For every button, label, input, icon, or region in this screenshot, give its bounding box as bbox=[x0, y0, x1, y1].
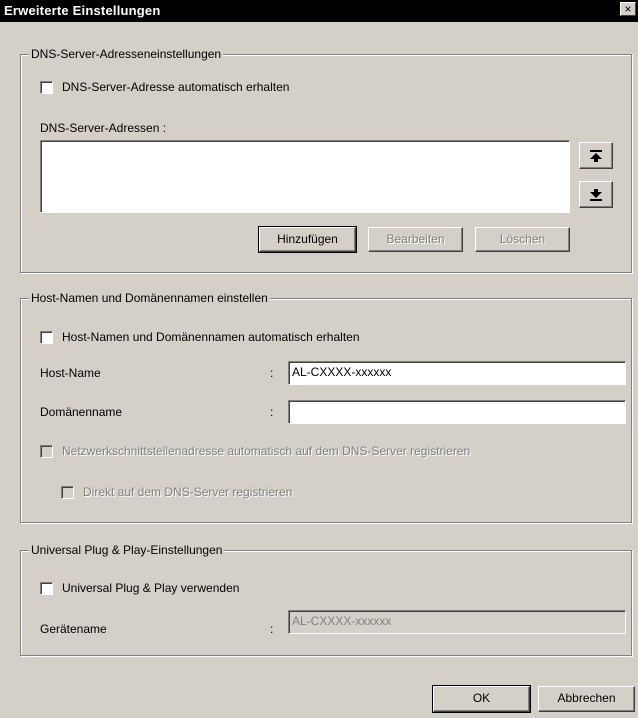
device-name-label: Gerätename bbox=[40, 622, 107, 636]
dns-list-label: DNS-Server-Adressen : bbox=[40, 121, 167, 135]
ok-button[interactable]: OK bbox=[432, 685, 531, 713]
window-title: Erweiterte Einstellungen bbox=[4, 3, 161, 18]
device-name-input[interactable]: AL-CXXXX-xxxxxx bbox=[288, 610, 626, 634]
cancel-button[interactable]: Abbrechen bbox=[538, 686, 635, 712]
move-up-button[interactable] bbox=[579, 142, 613, 169]
host-auto-checkbox[interactable] bbox=[40, 331, 53, 344]
domain-colon: : bbox=[270, 405, 274, 419]
edit-button[interactable]: Bearbeiten bbox=[368, 227, 463, 252]
cancel-button-label: Abbrechen bbox=[557, 691, 616, 705]
dns-server-list[interactable] bbox=[40, 140, 570, 213]
upnp-group-legend: Universal Plug & Play-Einstellungen bbox=[29, 543, 225, 557]
move-to-bottom-icon bbox=[590, 188, 602, 201]
hostname-input[interactable]: AL-CXXXX-xxxxxx bbox=[288, 361, 626, 385]
move-to-top-icon bbox=[590, 149, 602, 162]
direct-register-label: Direkt auf dem DNS-Server registrieren bbox=[83, 485, 293, 499]
dns-register-label: Netzwerkschnittstellenadresse automatisc… bbox=[62, 444, 471, 458]
dns-auto-checkbox[interactable] bbox=[40, 81, 53, 94]
dns-group-legend: DNS-Server-Adresseneinstellungen bbox=[29, 47, 224, 61]
close-button[interactable]: × bbox=[620, 2, 636, 16]
direct-register-checkbox[interactable] bbox=[61, 486, 74, 499]
upnp-use-label: Universal Plug & Play verwenden bbox=[62, 581, 240, 595]
dns-auto-label: DNS-Server-Adresse automatisch erhalten bbox=[62, 80, 290, 94]
dns-register-checkbox[interactable] bbox=[40, 445, 53, 458]
close-icon: × bbox=[624, 2, 632, 16]
domain-label: Domänenname bbox=[40, 405, 123, 419]
host-group-legend: Host-Namen und Domänennamen einstellen bbox=[29, 291, 270, 305]
upnp-group: Universal Plug & Play-Einstellungen bbox=[20, 543, 632, 656]
ok-button-label: OK bbox=[472, 691, 491, 705]
move-down-button[interactable] bbox=[579, 181, 613, 208]
domain-input[interactable] bbox=[288, 400, 626, 424]
hostname-colon: : bbox=[270, 366, 274, 380]
delete-button[interactable]: Löschen bbox=[475, 227, 570, 252]
delete-button-label: Löschen bbox=[499, 232, 546, 246]
hostname-label: Host-Name bbox=[40, 366, 101, 380]
host-auto-label: Host-Namen und Domänennamen automatisch … bbox=[62, 330, 360, 344]
add-button[interactable]: Hinzufügen bbox=[258, 226, 357, 253]
title-bar: Erweiterte Einstellungen × bbox=[0, 0, 638, 22]
edit-button-label: Bearbeiten bbox=[386, 232, 445, 246]
device-name-colon: : bbox=[270, 622, 274, 636]
add-button-label: Hinzufügen bbox=[277, 232, 338, 246]
upnp-use-checkbox[interactable] bbox=[40, 582, 53, 595]
